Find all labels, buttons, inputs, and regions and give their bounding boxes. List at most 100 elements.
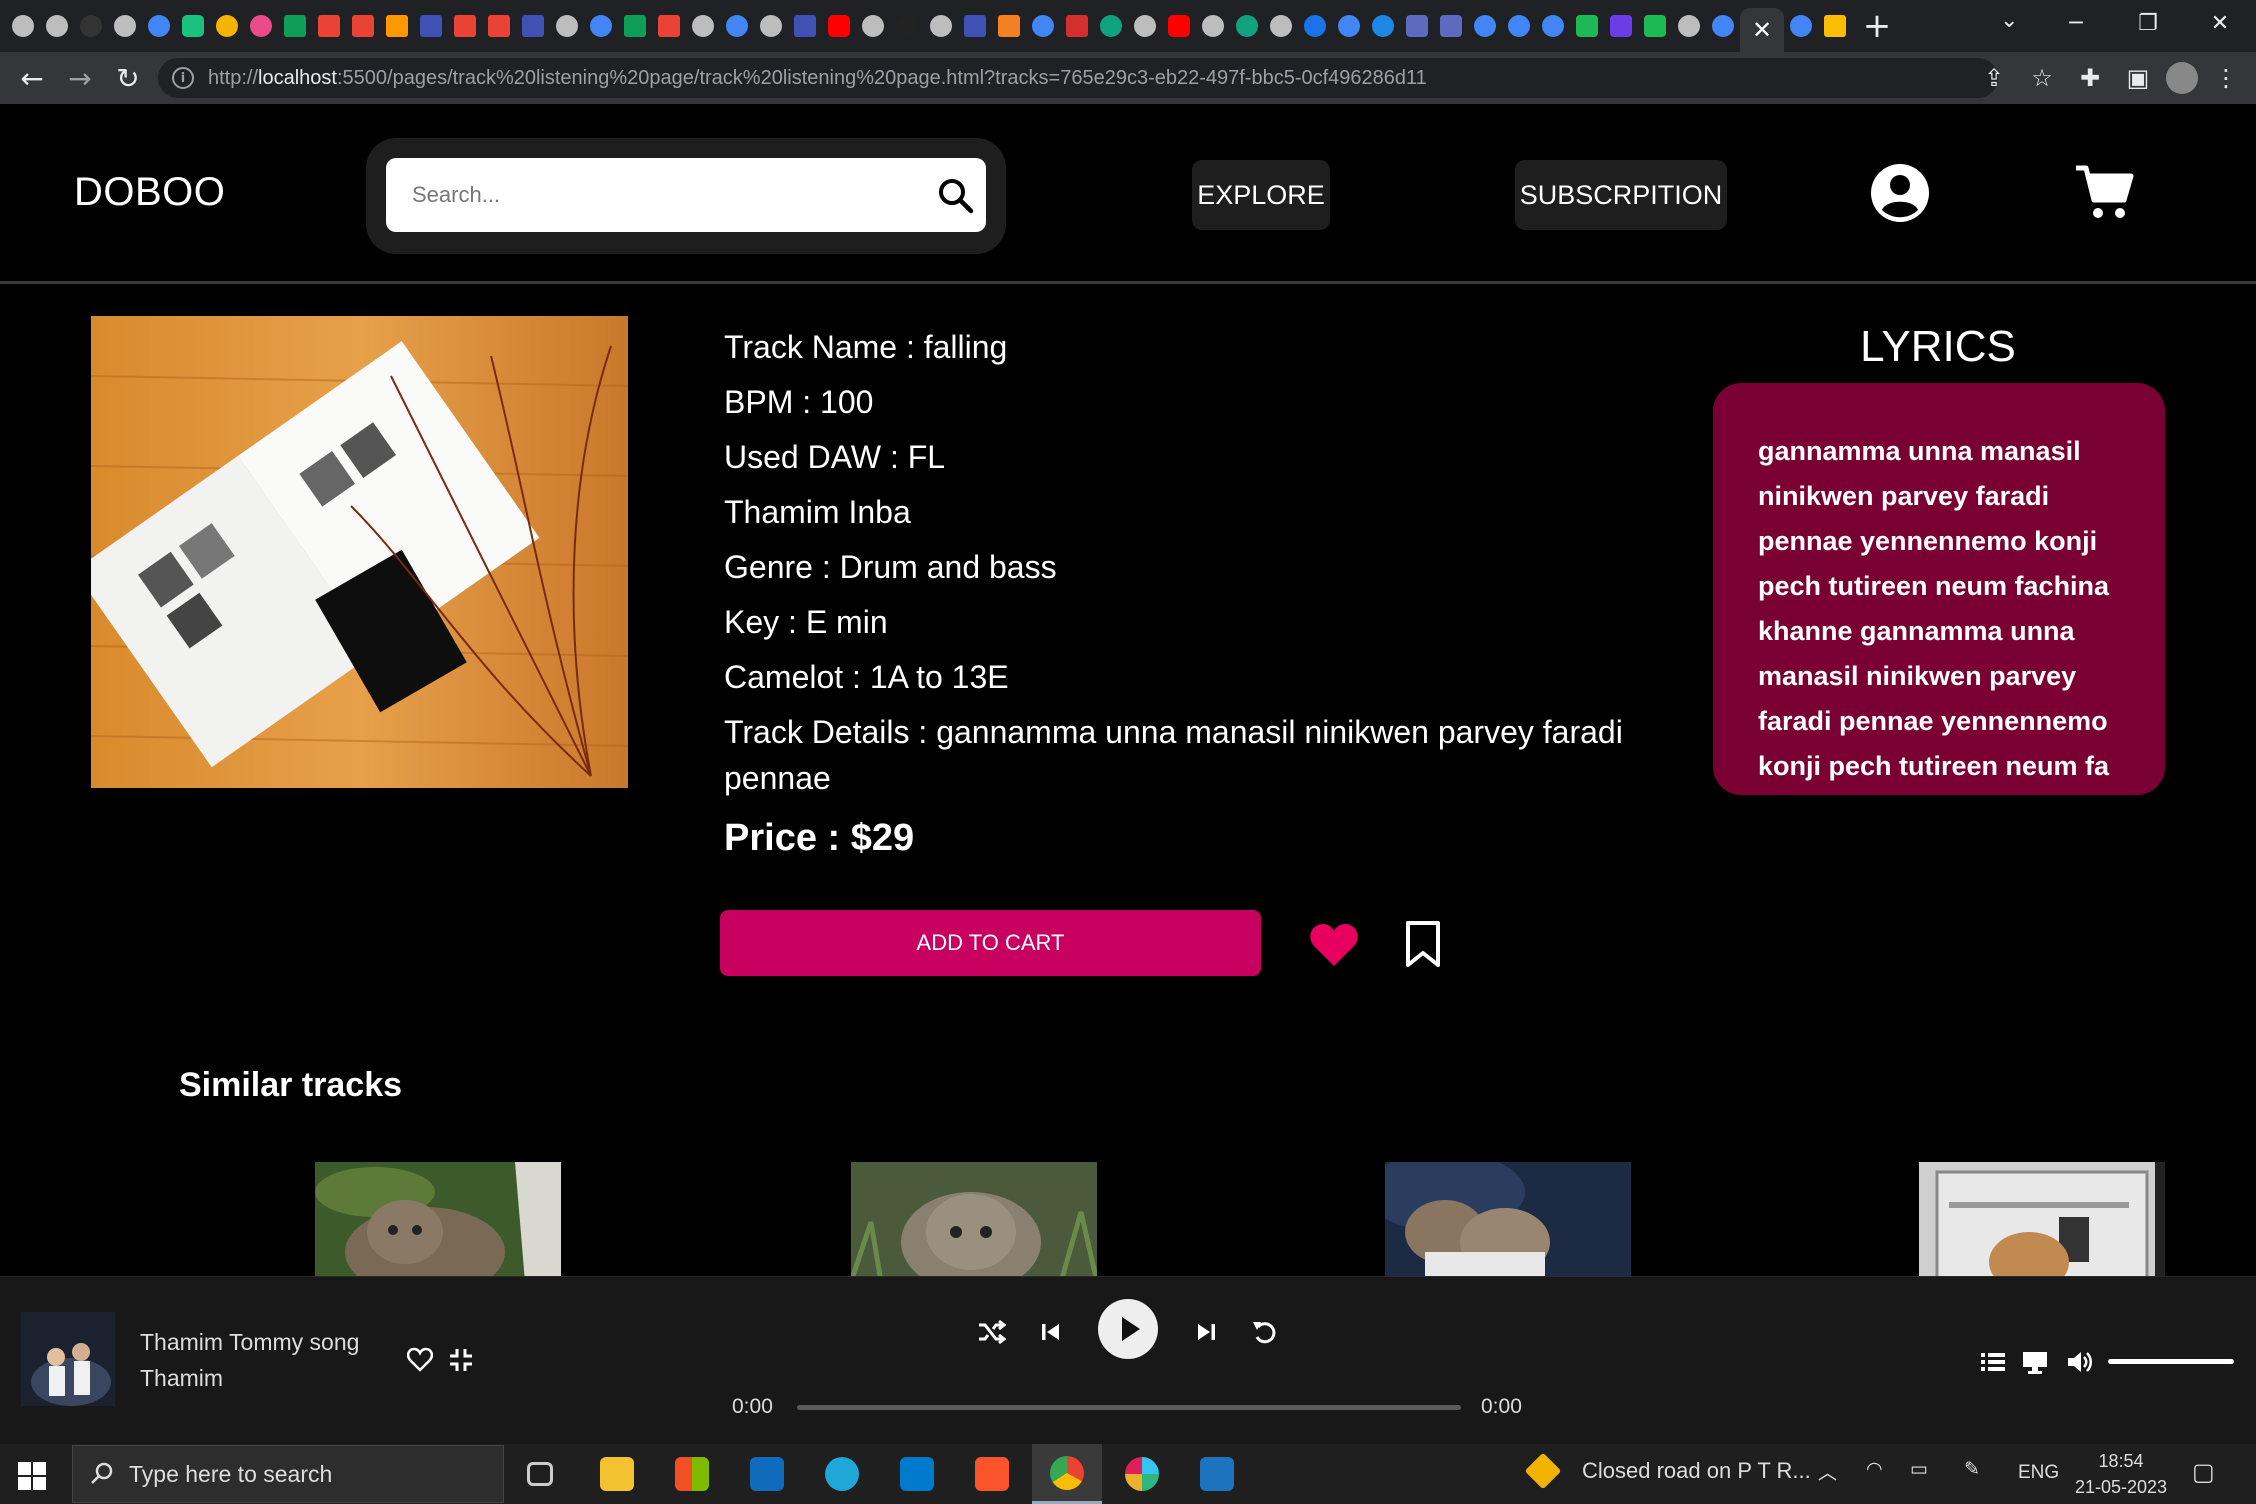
tab-search-chevron-icon[interactable]: ⌄ (2000, 8, 2018, 33)
tab[interactable] (890, 0, 924, 52)
shuffle-icon[interactable] (976, 1317, 1006, 1347)
tab[interactable] (108, 0, 142, 52)
forward-arrow-icon[interactable]: → (56, 54, 104, 102)
tab[interactable] (788, 0, 822, 52)
bookmark-icon[interactable] (1404, 920, 1442, 968)
tab[interactable] (652, 0, 686, 52)
close-window-icon[interactable]: ✕ (2184, 0, 2256, 46)
tab[interactable] (1468, 0, 1502, 52)
battery-icon[interactable]: ▭ (1910, 1458, 1928, 1481)
volume-icon[interactable] (2066, 1349, 2094, 1375)
star-icon[interactable]: ☆ (2022, 58, 2062, 98)
progress-bar[interactable] (797, 1405, 1461, 1410)
search-input[interactable] (412, 176, 912, 214)
tab[interactable] (958, 0, 992, 52)
now-playing-artwork[interactable] (21, 1312, 115, 1406)
extensions-icon[interactable]: ✚ (2070, 58, 2110, 98)
tab[interactable] (1366, 0, 1400, 52)
tab[interactable] (346, 0, 380, 52)
tab[interactable] (924, 0, 958, 52)
tab[interactable] (1128, 0, 1162, 52)
tab[interactable] (584, 0, 618, 52)
restore-icon[interactable]: ❐ (2112, 0, 2184, 46)
tab[interactable] (1570, 0, 1604, 52)
wifi-icon[interactable]: ◠ (1866, 1458, 1883, 1481)
news-widget[interactable]: Closed road on P T R... (1524, 1452, 1811, 1490)
play-button[interactable] (1098, 1299, 1158, 1359)
edge-icon[interactable] (807, 1444, 877, 1504)
chrome-icon[interactable] (1032, 1444, 1102, 1504)
tab[interactable] (74, 0, 108, 52)
volume-slider[interactable] (2108, 1359, 2234, 1364)
notifications-icon[interactable]: ▢ (2192, 1458, 2215, 1487)
repeat-icon[interactable] (1250, 1317, 1280, 1347)
tab[interactable] (1818, 0, 1852, 52)
active-tab-close-icon[interactable]: ✕ (1740, 8, 1784, 52)
tab[interactable] (1060, 0, 1094, 52)
tab[interactable] (1400, 0, 1434, 52)
share-icon[interactable]: ⇪ (1974, 58, 2014, 98)
tab[interactable] (244, 0, 278, 52)
tray-chevron-icon[interactable]: ︿ (1818, 1458, 1837, 1485)
minimize-player-icon[interactable] (448, 1347, 474, 1373)
tab[interactable] (1230, 0, 1264, 52)
address-bar[interactable]: i http://localhost:5500/pages/track%20li… (158, 58, 1998, 98)
tab[interactable] (6, 0, 40, 52)
like-heart-icon[interactable] (407, 1347, 433, 1373)
device-monitor-icon[interactable] (2021, 1349, 2049, 1375)
tab[interactable] (448, 0, 482, 52)
tab[interactable] (1094, 0, 1128, 52)
tab[interactable] (1332, 0, 1366, 52)
tab[interactable] (312, 0, 346, 52)
similar-track-thumbnail[interactable] (851, 1162, 1097, 1282)
new-tab-button[interactable]: + (1852, 0, 1902, 52)
photos-icon[interactable] (1182, 1444, 1252, 1504)
tab[interactable] (1604, 0, 1638, 52)
similar-track-thumbnail[interactable] (1919, 1162, 2165, 1282)
microsoft-store-icon[interactable] (657, 1444, 727, 1504)
taskbar-search-box[interactable]: Type here to search (72, 1445, 504, 1503)
tab[interactable] (142, 0, 176, 52)
reload-icon[interactable]: ↻ (104, 54, 152, 102)
site-info-icon[interactable]: i (172, 67, 194, 89)
brave-icon[interactable] (957, 1444, 1027, 1504)
tab[interactable] (856, 0, 890, 52)
tab[interactable] (1672, 0, 1706, 52)
tab[interactable] (1434, 0, 1468, 52)
tab[interactable] (686, 0, 720, 52)
tab[interactable] (1162, 0, 1196, 52)
tab[interactable] (516, 0, 550, 52)
slack-icon[interactable] (1107, 1444, 1177, 1504)
tab[interactable] (176, 0, 210, 52)
tab[interactable] (40, 0, 74, 52)
previous-track-icon[interactable] (1036, 1317, 1066, 1347)
profile-avatar[interactable] (2166, 62, 2198, 94)
cart-icon[interactable] (2074, 162, 2134, 222)
explore-button[interactable]: EXPLORE (1192, 160, 1330, 230)
mail-icon[interactable] (732, 1444, 802, 1504)
task-view-icon[interactable] (505, 1444, 575, 1504)
tab[interactable] (1298, 0, 1332, 52)
tab[interactable] (414, 0, 448, 52)
search-icon[interactable] (936, 176, 976, 216)
similar-track-thumbnail[interactable] (315, 1162, 561, 1282)
tab[interactable] (1706, 0, 1740, 52)
back-arrow-icon[interactable]: ← (8, 54, 56, 102)
tab[interactable] (992, 0, 1026, 52)
minimize-icon[interactable]: ─ (2040, 0, 2112, 46)
clock[interactable]: 18:54 21-05-2023 (2066, 1448, 2176, 1500)
tab[interactable] (754, 0, 788, 52)
tab[interactable] (1784, 0, 1818, 52)
tab[interactable] (1196, 0, 1230, 52)
menu-kebab-icon[interactable]: ⋮ (2206, 58, 2246, 98)
tab[interactable] (210, 0, 244, 52)
subscription-button[interactable]: SUBSCRPITION (1515, 160, 1727, 230)
tab[interactable] (720, 0, 754, 52)
tab[interactable] (1026, 0, 1060, 52)
tab[interactable] (1536, 0, 1570, 52)
windows-start-icon[interactable] (18, 1462, 46, 1490)
site-logo[interactable]: DOBOO (74, 170, 225, 215)
tab[interactable] (1264, 0, 1298, 52)
add-to-cart-button[interactable]: ADD TO CART (720, 910, 1261, 976)
tab[interactable] (482, 0, 516, 52)
